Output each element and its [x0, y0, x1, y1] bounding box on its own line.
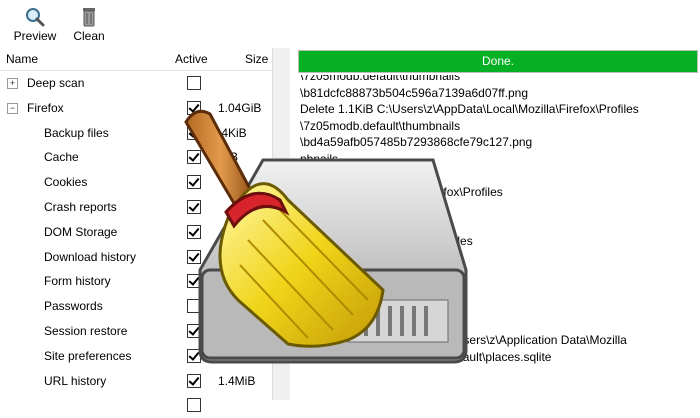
active-checkbox[interactable]	[187, 373, 201, 388]
column-header-active[interactable]: Active	[175, 52, 208, 66]
collapse-minus-icon[interactable]: −	[7, 102, 18, 114]
broom-over-hard-drive-icon	[168, 100, 478, 368]
tree-row-label: Passwords	[44, 299, 103, 314]
tree-row-label: Cache	[44, 150, 79, 165]
tree-row-label: Deep scan	[27, 76, 85, 90]
tree-row-label: Download history	[44, 249, 137, 264]
active-checkbox[interactable]	[187, 76, 201, 90]
tree-row-label: Site preferences	[44, 348, 132, 363]
column-header-name[interactable]: Name	[6, 52, 38, 66]
preview-button[interactable]: Preview	[10, 6, 60, 43]
toolbar: Preview Clean	[0, 0, 700, 46]
tree-row[interactable]	[0, 394, 272, 418]
tree-row-label: Cookies	[44, 175, 88, 190]
tree-header: Name Active Size	[0, 48, 272, 71]
log-line: \b81dcfc88873b504c596a7139a6d07ff.png	[300, 85, 528, 100]
expand-plus-icon[interactable]: +	[7, 78, 18, 89]
preview-label: Preview	[13, 29, 57, 43]
active-checkbox[interactable]	[187, 398, 201, 413]
tree-row-label: Backup files	[44, 125, 109, 140]
magnifier-icon	[10, 6, 60, 28]
tree-row-label: URL history	[44, 373, 107, 388]
clean-button[interactable]: Clean	[64, 6, 114, 43]
log-line: \7z05modb.default\thumbnails	[300, 75, 461, 83]
tree-row-label: Form history	[44, 274, 111, 289]
tree-row-label: Firefox	[27, 100, 64, 115]
trash-can-icon	[64, 6, 114, 28]
tree-row-label: Crash reports	[44, 200, 117, 214]
tree-row-label: Session restore	[44, 324, 128, 338]
size-value: 1.4MiB	[218, 373, 256, 388]
clean-label: Clean	[73, 29, 105, 43]
column-header-size[interactable]: Size	[245, 52, 268, 66]
tree-row-label: DOM Storage	[44, 224, 118, 239]
tree-row[interactable]: URL history 1.4MiB	[0, 370, 272, 394]
tree-row[interactable]: + Deep scan	[0, 72, 272, 96]
progress-bar: Done.	[298, 50, 698, 73]
progress-text: Done.	[481, 54, 515, 68]
